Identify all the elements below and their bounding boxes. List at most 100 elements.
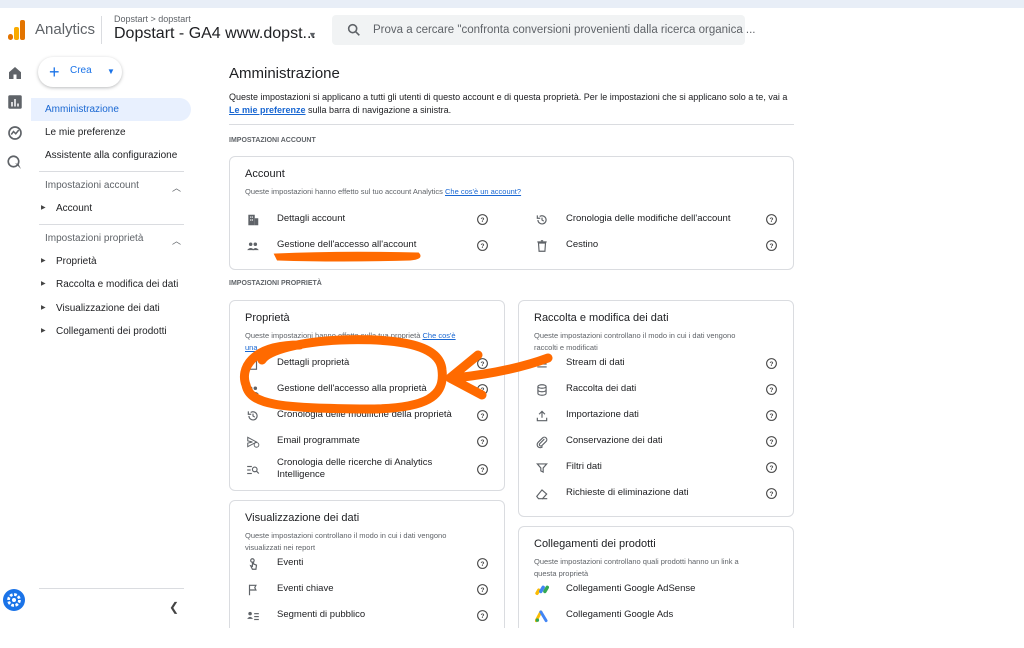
expand-arrow-icon: ▶: [41, 205, 46, 211]
sidebar-item-raccolta-dati[interactable]: ▶ Raccolta e modifica dei dati: [31, 275, 191, 295]
explore-icon[interactable]: [6, 124, 24, 142]
help-icon[interactable]: ?: [476, 409, 489, 422]
help-icon[interactable]: ?: [476, 239, 489, 252]
page-description: Queste impostazioni si applicano a tutti…: [229, 91, 794, 117]
svg-text:?: ?: [481, 467, 485, 474]
svg-text:?: ?: [770, 413, 774, 420]
audiences-row[interactable]: Segmenti di pubblico ?: [246, 606, 491, 628]
svg-text:?: ?: [770, 243, 774, 250]
data-deletion-row[interactable]: Richieste di eliminazione dati ?: [535, 484, 780, 506]
advertising-icon[interactable]: [6, 154, 24, 172]
what-is-account-link[interactable]: Che cos'è un account?: [445, 187, 521, 196]
sidebar-item-preferenze[interactable]: Le mie preferenze: [31, 121, 191, 144]
data-retention-row[interactable]: Conservazione dei dati ?: [535, 432, 780, 454]
help-icon[interactable]: ?: [765, 409, 778, 422]
row-label: Conservazione dei dati: [566, 435, 663, 446]
row-label: Segmenti di pubblico: [277, 609, 366, 620]
row-label: Stream di dati: [566, 357, 625, 368]
chevron-up-icon[interactable]: ︿: [172, 234, 181, 247]
preferences-link[interactable]: Le mie preferenze: [229, 105, 306, 115]
property-settings-header[interactable]: Impostazioni proprietà: [45, 233, 143, 244]
account-change-history-row[interactable]: Cronologia delle modifiche dell'account …: [535, 210, 780, 232]
help-icon[interactable]: ?: [765, 435, 778, 448]
account-access-row[interactable]: Gestione dell'accesso all'account ?: [246, 236, 491, 258]
help-icon[interactable]: ?: [476, 557, 489, 570]
account-details-row[interactable]: Dettagli account ?: [246, 210, 491, 232]
help-icon[interactable]: ?: [476, 435, 489, 448]
app-name: Analytics: [35, 21, 96, 38]
sidebar-item-label: Account: [56, 203, 93, 214]
google-ads-links-row[interactable]: Collegamenti Google Ads: [535, 606, 780, 628]
svg-text:?: ?: [481, 587, 485, 594]
admin-gear-icon[interactable]: [3, 589, 25, 611]
svg-text:?: ?: [770, 217, 774, 224]
search-placeholder[interactable]: Prova a cercare "confronta conversioni p…: [373, 24, 756, 36]
expand-arrow-icon: ▶: [41, 258, 46, 264]
card-title: Proprietà: [245, 312, 290, 324]
data-collection-row[interactable]: Raccolta dei dati ?: [535, 380, 780, 402]
touch-icon: [249, 558, 258, 570]
create-button[interactable]: + Crea ▼: [38, 57, 122, 87]
card-description: Queste impostazioni hanno effetto sulla …: [245, 330, 485, 354]
sidebar-item-collegamenti-prodotti[interactable]: ▶ Collegamenti dei prodotti: [31, 322, 191, 342]
help-icon[interactable]: ?: [476, 357, 489, 370]
data-import-row[interactable]: Importazione dati ?: [535, 406, 780, 428]
sidebar-item-label: Proprietà: [56, 256, 97, 267]
help-icon[interactable]: ?: [476, 583, 489, 596]
reports-icon[interactable]: [6, 93, 24, 111]
card-title: Visualizzazione dei dati: [245, 512, 360, 524]
help-icon[interactable]: ?: [476, 383, 489, 396]
help-icon[interactable]: ?: [476, 463, 489, 476]
sidebar-item-proprieta[interactable]: ▶ Proprietà: [31, 252, 191, 272]
help-icon[interactable]: ?: [765, 213, 778, 226]
scheduled-emails-row[interactable]: Email programmate ?: [246, 432, 491, 454]
property-access-row[interactable]: Gestione dell'accesso alla proprietà ?: [246, 380, 491, 402]
chevron-up-icon[interactable]: ︿: [172, 181, 181, 194]
data-display-card: Visualizzazione dei dati Queste impostaz…: [229, 500, 505, 628]
property-selector[interactable]: Dopstart - GA4 www.dopst...: [114, 25, 316, 43]
adsense-links-row[interactable]: Collegamenti Google AdSense: [535, 580, 780, 602]
key-events-row[interactable]: Eventi chiave ?: [246, 580, 491, 602]
property-details-row[interactable]: Dettagli proprietà ?: [246, 354, 491, 376]
row-label-line: Intelligence: [277, 469, 326, 480]
left-nav-rail: [0, 50, 30, 628]
property-dropdown-icon[interactable]: ▼: [308, 30, 317, 40]
sidebar-item-visualizzazione-dati[interactable]: ▶ Visualizzazione dei dati: [31, 299, 191, 319]
header-divider: [101, 16, 102, 44]
top-app-bar: Analytics Dopstart > dopstart Dopstart -…: [0, 8, 1024, 50]
events-row[interactable]: Eventi ?: [246, 554, 491, 576]
help-icon[interactable]: ?: [476, 609, 489, 622]
help-icon[interactable]: ?: [476, 213, 489, 226]
card-description: Queste impostazioni controllano quali pr…: [534, 556, 739, 580]
card-title: Account: [245, 168, 285, 180]
home-icon[interactable]: [6, 64, 24, 82]
help-icon[interactable]: ?: [765, 383, 778, 396]
data-filters-row[interactable]: Filtri dati ?: [535, 458, 780, 480]
analytics-logo-icon[interactable]: [8, 20, 26, 40]
what-is-property-link[interactable]: Che cos'è: [422, 331, 455, 340]
row-label: Cronologia delle ricerche di Analytics In…: [277, 457, 432, 481]
collapse-sidebar-icon[interactable]: ❮: [169, 600, 179, 614]
expand-arrow-icon: ▶: [41, 281, 46, 287]
help-icon[interactable]: ?: [765, 357, 778, 370]
sidebar-item-assistente[interactable]: Assistente alla configurazione: [31, 144, 191, 167]
search-history-icon: [247, 465, 260, 475]
sidebar-item-amministrazione[interactable]: Amministrazione: [31, 98, 191, 121]
help-icon[interactable]: ?: [765, 239, 778, 252]
sidebar-item-label: Le mie preferenze: [45, 127, 126, 138]
history-icon: [536, 215, 547, 225]
help-icon[interactable]: ?: [765, 487, 778, 500]
building-icon: [248, 214, 259, 226]
row-label: Collegamenti Google Ads: [566, 609, 674, 620]
help-icon[interactable]: ?: [765, 461, 778, 474]
data-streams-row[interactable]: Stream di dati ?: [535, 354, 780, 376]
property-change-history-row[interactable]: Cronologia delle modifiche della proprie…: [246, 406, 491, 428]
account-breadcrumb[interactable]: Dopstart > dopstart: [114, 14, 191, 24]
what-is-property-link[interactable]: una: [245, 343, 258, 352]
row-label: Richieste di eliminazione dati: [566, 487, 689, 498]
trash-row[interactable]: Cestino ?: [535, 236, 780, 258]
account-settings-header[interactable]: Impostazioni account: [45, 180, 139, 191]
search-history-row[interactable]: Cronologia delle ricerche di Analytics In…: [246, 457, 491, 483]
search-bar[interactable]: Prova a cercare "confronta conversioni p…: [332, 15, 756, 45]
sidebar-item-account[interactable]: ▶ Account: [31, 199, 191, 219]
